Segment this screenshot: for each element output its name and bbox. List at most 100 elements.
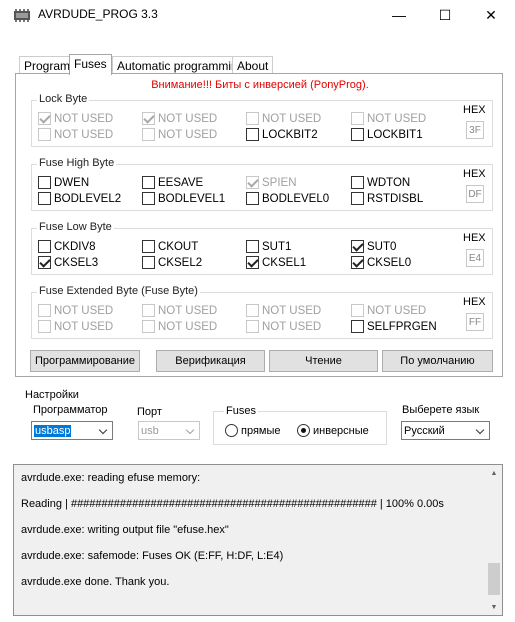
log-line: avrdude.exe: writing output file "efuse.… [21, 524, 229, 536]
tab-about[interactable]: About [232, 56, 274, 74]
checkbox-box [351, 128, 364, 141]
checkbox-label: NOT USED [262, 320, 322, 333]
scroll-up-icon[interactable]: ▲ [486, 465, 502, 481]
close-button[interactable]: ✕ [468, 0, 514, 30]
checkbox-bodlevel0[interactable]: BODLEVEL0 [246, 192, 329, 205]
tab-fuses[interactable]: Fuses [69, 54, 112, 75]
checkbox-bodlevel1[interactable]: BODLEVEL1 [142, 192, 225, 205]
title-bar: AVRDUDE_PROG 3.3 — ☐ ✕ [0, 0, 515, 30]
checkbox-box [38, 240, 51, 253]
checkbox-box [142, 192, 155, 205]
settings-section: Настройки Программатор usbasp Порт usb F… [16, 389, 506, 454]
checkbox-eesave[interactable]: EESAVE [142, 176, 203, 189]
programmer-select[interactable]: usbasp [31, 421, 113, 440]
fuse-low-byte-group: Fuse Low Byte CKDIV8 CKOUT SUT1 SUT0 CKS… [31, 221, 493, 275]
radio-direct[interactable]: прямые [225, 424, 281, 437]
checkbox-label: RSTDISBL [367, 192, 424, 205]
checkbox-box [246, 320, 259, 333]
checkbox-cksel0[interactable]: CKSEL0 [351, 256, 411, 269]
lock-byte-group: Lock Byte NOT USED NOT USED NOT USED NOT… [31, 93, 493, 147]
tab-automatic-programming[interactable]: Automatic programming [112, 56, 250, 74]
checkbox-label: NOT USED [262, 112, 322, 125]
checkbox-bodlevel2[interactable]: BODLEVEL2 [38, 192, 121, 205]
checkbox-box [246, 304, 259, 317]
radio-circle [225, 424, 238, 437]
hex-value-box[interactable]: E4 [466, 249, 484, 267]
language-value: Русский [404, 424, 445, 437]
group-title: Lock Byte [37, 93, 90, 105]
checkbox-label: CKSEL1 [262, 256, 307, 269]
scroll-down-icon[interactable]: ▼ [486, 599, 502, 615]
checkbox-ext-bit-4[interactable]: NOT USED [351, 304, 426, 317]
checkbox-selfprgen[interactable]: SELFPRGEN [351, 320, 437, 333]
checkbox-label: BODLEVEL0 [262, 192, 330, 205]
checkbox-ext-bit-1[interactable]: NOT USED [246, 320, 321, 333]
hex-label: HEX [463, 296, 486, 308]
group-title: Fuse Extended Byte (Fuse Byte) [37, 285, 200, 297]
checkbox-lock-bit-6[interactable]: NOT USED [142, 112, 217, 125]
chevron-down-icon [98, 425, 108, 435]
checkbox-sut0[interactable]: SUT0 [351, 240, 396, 253]
hex-value-box[interactable]: 3F [466, 121, 484, 139]
hex-value-box[interactable]: DF [466, 185, 484, 203]
checkbox-ext-bit-6[interactable]: NOT USED [142, 304, 217, 317]
checkbox-box [142, 128, 155, 141]
checkbox-box [246, 256, 259, 269]
checkbox-label: CKOUT [158, 240, 199, 253]
checkbox-label: NOT USED [262, 304, 322, 317]
language-select[interactable]: Русский [401, 421, 490, 440]
maximize-button[interactable]: ☐ [422, 0, 468, 30]
checkbox-sut1[interactable]: SUT1 [246, 240, 291, 253]
checkbox-lockbit2[interactable]: LOCKBIT2 [246, 128, 318, 141]
program-button[interactable]: Программирование [30, 350, 140, 372]
checkbox-spien[interactable]: SPIEN [246, 176, 297, 189]
port-select[interactable]: usb [138, 421, 200, 440]
checkbox-wdton[interactable]: WDTON [351, 176, 410, 189]
checkbox-dwen[interactable]: DWEN [38, 176, 89, 189]
checkbox-rstdisbl[interactable]: RSTDISBL [351, 192, 423, 205]
checkbox-label: EESAVE [158, 176, 204, 189]
checkbox-label: CKSEL2 [158, 256, 203, 269]
checkbox-box [351, 240, 364, 253]
checkbox-lock-bit-2[interactable]: NOT USED [142, 128, 217, 141]
checkbox-label: BODLEVEL2 [54, 192, 122, 205]
checkbox-cksel2[interactable]: CKSEL2 [142, 256, 202, 269]
minimize-button[interactable]: — [376, 0, 422, 30]
log-scrollbar[interactable]: ▲ ▼ [486, 465, 502, 615]
checkbox-lockbit1[interactable]: LOCKBIT1 [351, 128, 423, 141]
checkbox-label: SUT1 [262, 240, 292, 253]
checkbox-lock-bit-4[interactable]: NOT USED [351, 112, 426, 125]
checkbox-lock-bit-5[interactable]: NOT USED [246, 112, 321, 125]
checkbox-box [142, 304, 155, 317]
group-title: Fuse Low Byte [37, 221, 114, 233]
checkbox-lock-bit-7[interactable]: NOT USED [38, 112, 113, 125]
radio-inverse[interactable]: инверсные [297, 424, 369, 437]
scroll-thumb[interactable] [488, 563, 500, 595]
read-button[interactable]: Чтение [269, 350, 378, 372]
hex-label: HEX [463, 232, 486, 244]
checkbox-ckout[interactable]: CKOUT [142, 240, 198, 253]
log-line: avrdude.exe: reading efuse memory: [21, 472, 201, 484]
default-button[interactable]: По умолчанию [382, 350, 493, 372]
port-value: usb [141, 424, 159, 437]
checkbox-ext-bit-7[interactable]: NOT USED [38, 304, 113, 317]
checkbox-cksel1[interactable]: CKSEL1 [246, 256, 306, 269]
checkbox-box [38, 176, 51, 189]
output-log[interactable]: avrdude.exe: reading efuse memory: Readi… [13, 464, 503, 616]
checkbox-label: LOCKBIT1 [367, 128, 423, 141]
checkbox-label: NOT USED [54, 304, 114, 317]
checkbox-box [142, 240, 155, 253]
minimize-icon: — [392, 7, 406, 23]
checkbox-label: NOT USED [158, 112, 218, 125]
verify-button[interactable]: Верификация [156, 350, 265, 372]
hex-value-box[interactable]: FF [466, 313, 484, 331]
checkbox-ext-bit-3[interactable]: NOT USED [38, 320, 113, 333]
checkbox-ckdiv8[interactable]: CKDIV8 [38, 240, 96, 253]
checkbox-cksel3[interactable]: CKSEL3 [38, 256, 98, 269]
hex-label: HEX [463, 168, 486, 180]
checkbox-ext-bit-5[interactable]: NOT USED [246, 304, 321, 317]
checkbox-lock-bit-3[interactable]: NOT USED [38, 128, 113, 141]
tab-program[interactable]: Program [19, 56, 76, 74]
checkbox-ext-bit-2[interactable]: NOT USED [142, 320, 217, 333]
checkbox-box [246, 112, 259, 125]
